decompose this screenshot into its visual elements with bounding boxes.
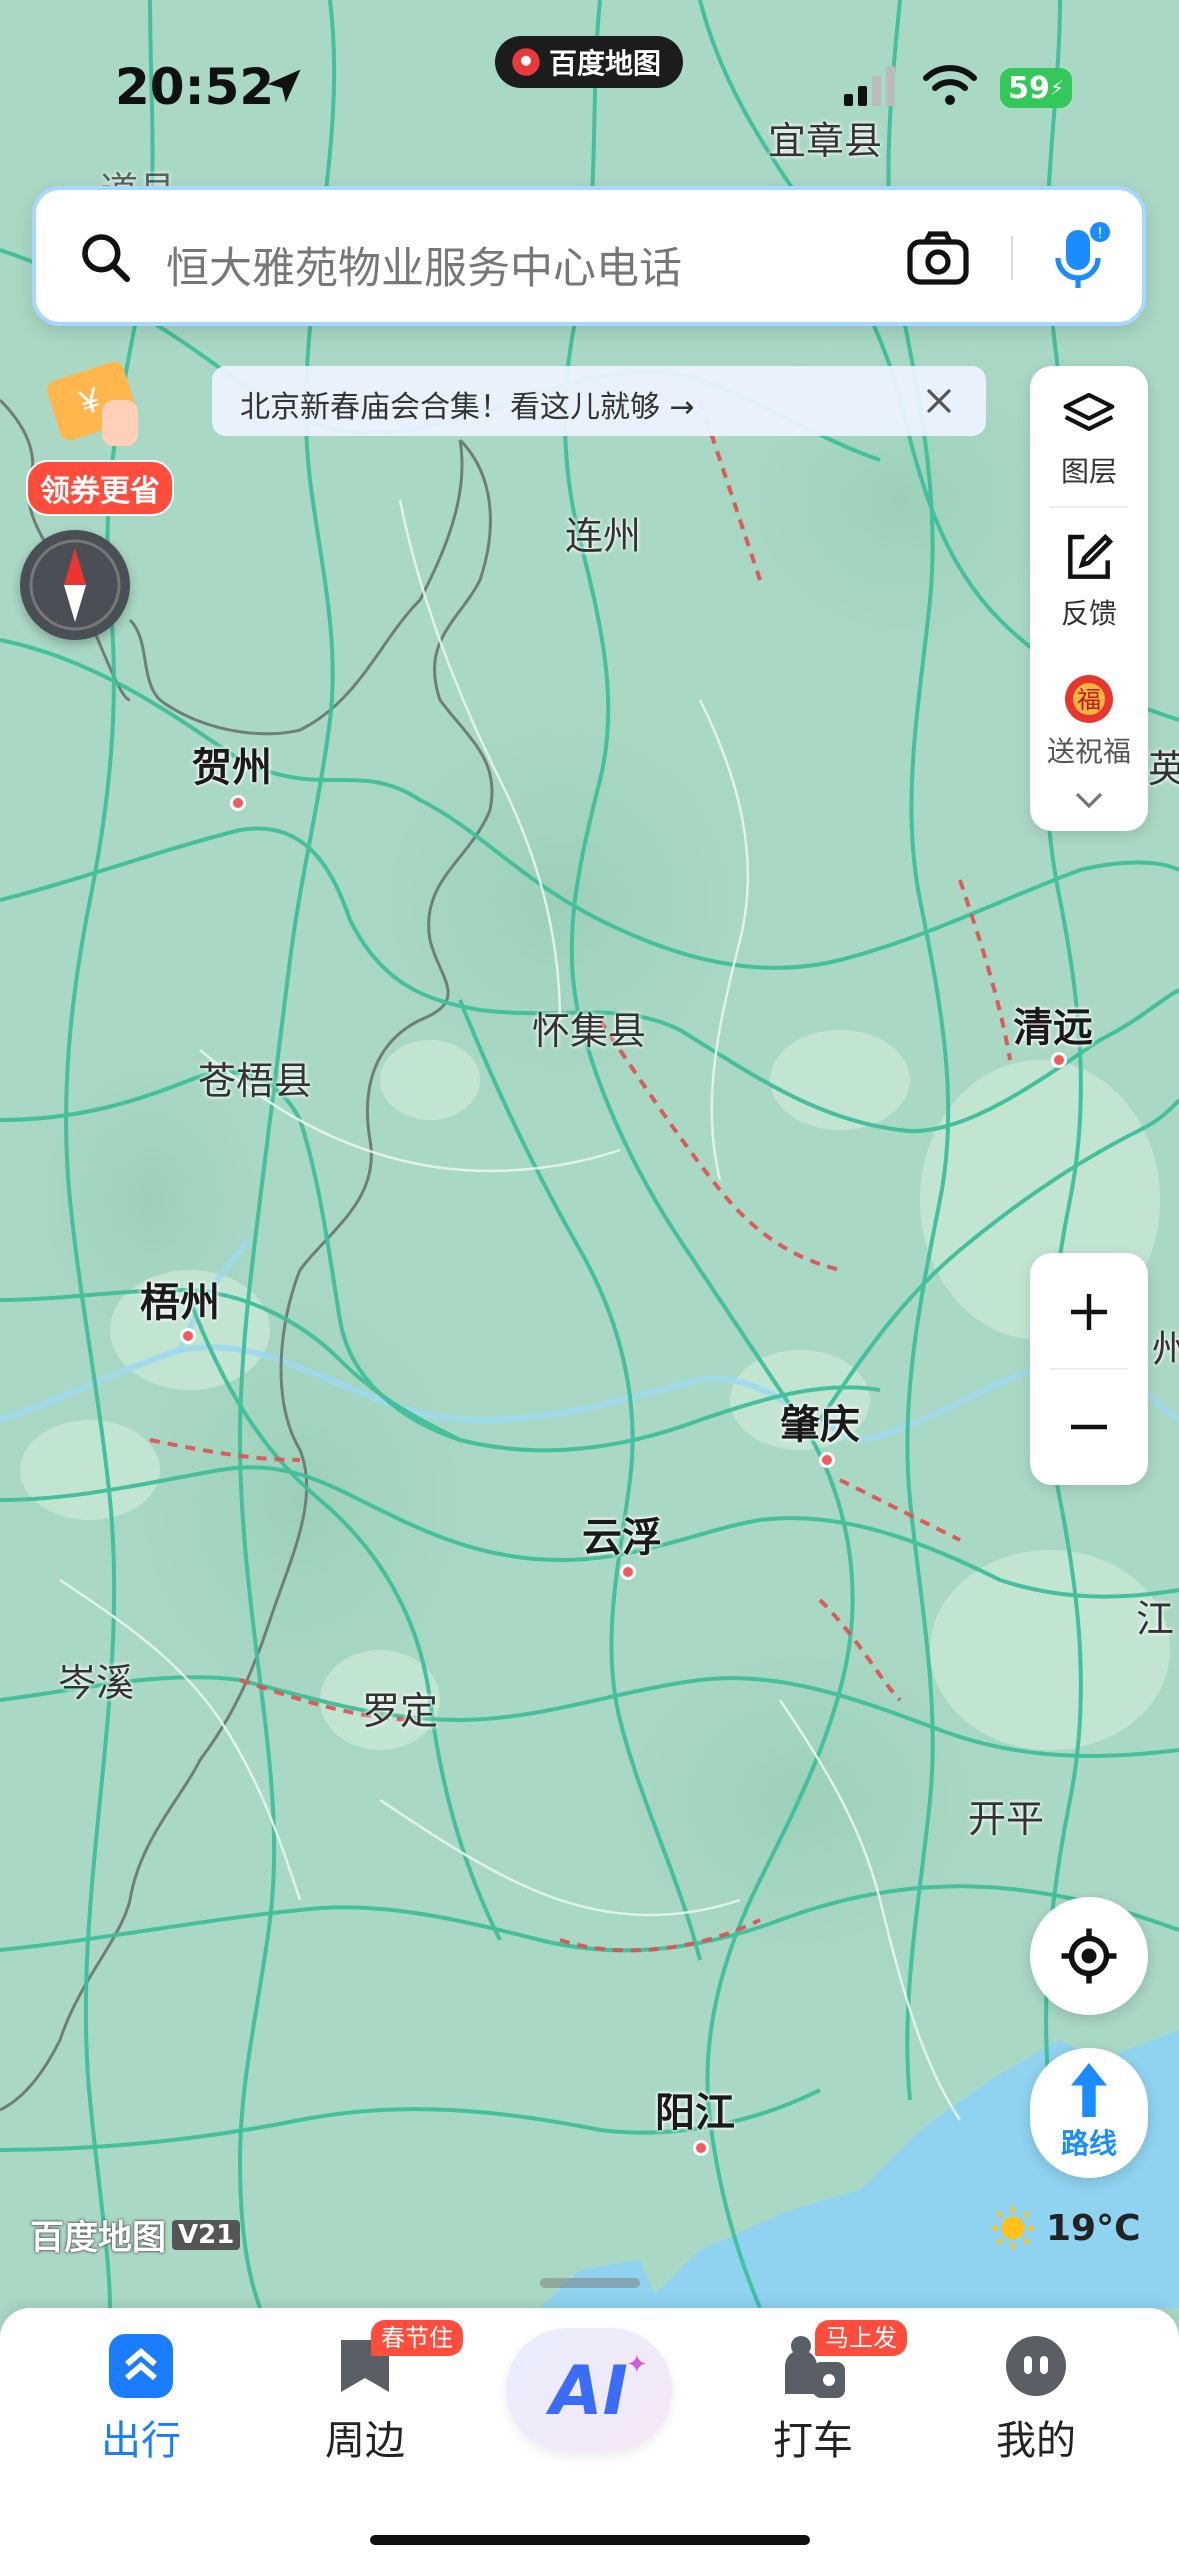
camera-icon[interactable] <box>906 228 970 288</box>
city-dot-zhaoqing <box>819 1452 835 1468</box>
city-dot-wuzhou <box>180 1328 196 1344</box>
city-label-lianzhou[interactable]: 连州 <box>565 505 641 560</box>
zoom-in-icon[interactable] <box>1065 1288 1113 1336</box>
city-label-huaiji[interactable]: 怀集县 <box>532 1000 646 1055</box>
chevron-up-icon <box>109 2334 173 2398</box>
blessing-label: 送祝福 <box>1046 735 1131 768</box>
layers-label: 图层 <box>1060 455 1117 488</box>
bottom-tab-bar: 出行 春节住 周边 AI ✦ 马上发 打车 我的 <box>0 2308 1179 2556</box>
svg-text:!: ! <box>1098 225 1102 242</box>
blessing-button[interactable]: 福 送祝福 <box>1030 666 1148 776</box>
taxi-badge: 马上发 <box>815 2320 907 2356</box>
tab-travel[interactable]: 出行 <box>23 2308 259 2508</box>
city-label-kaiping[interactable]: 开平 <box>968 1788 1044 1843</box>
city-label-zhaoqing[interactable]: 肇庆 <box>780 1392 860 1450</box>
promo-banner[interactable]: 北京新春庙会合集！看这儿就够 → <box>212 366 986 436</box>
map-tools-panel: 图层 反馈 福 送祝福 <box>1030 366 1148 831</box>
edge-label-ying: 英 <box>1148 747 1179 791</box>
baidu-pin-icon <box>512 48 540 76</box>
tab-taxi[interactable]: 马上发 打车 <box>695 2308 931 2508</box>
layers-icon <box>1063 392 1115 431</box>
route-label: 路线 <box>1060 2127 1117 2160</box>
sun-icon <box>991 2206 1035 2250</box>
city-label-wuzhou[interactable]: 梧州 <box>140 1270 220 1328</box>
microphone-icon[interactable]: ! <box>1046 220 1110 294</box>
search-input[interactable]: 恒大雅苑物业服务中心电话 <box>166 234 682 296</box>
city-dot-yangjiang <box>693 2140 709 2156</box>
wifi-icon <box>923 65 977 105</box>
status-bar: 20:52 百度地图 59 ⚡ <box>0 0 1179 170</box>
city-dot-yunfu <box>620 1564 636 1580</box>
location-arrow-icon <box>267 69 301 103</box>
locate-button[interactable] <box>1030 1897 1148 2015</box>
zoom-control <box>1030 1253 1148 1485</box>
city-dot-hezhou <box>230 795 246 811</box>
search-icon <box>82 234 131 283</box>
compass-button[interactable] <box>20 530 130 640</box>
weather-temp: 19°C <box>1046 2207 1141 2249</box>
city-label-cangwu[interactable]: 苍梧县 <box>198 1050 312 1105</box>
city-label-qingyuan[interactable]: 清远 <box>1013 995 1093 1053</box>
coupon-icon: ¥ <box>46 361 138 446</box>
route-button[interactable]: 路线 <box>1030 2048 1148 2178</box>
city-label-yangjiang[interactable]: 阳江 <box>655 2080 735 2138</box>
banner-text: 北京新春庙会合集！看这儿就够 → <box>240 390 695 425</box>
watermark-logo: 百度地图 <box>30 2218 166 2258</box>
tab-taxi-label: 打车 <box>773 2418 853 2464</box>
ai-button[interactable]: AI ✦ <box>506 2328 672 2452</box>
weather-widget[interactable]: 19°C <box>990 2205 1141 2251</box>
profile-icon <box>1006 2336 1066 2396</box>
zoom-out-icon[interactable] <box>1065 1403 1113 1451</box>
svg-text:福: 福 <box>1077 687 1101 714</box>
tab-me[interactable]: 我的 <box>918 2308 1154 2508</box>
chevron-down-icon[interactable] <box>1071 786 1107 814</box>
tab-me-label: 我的 <box>996 2418 1076 2464</box>
city-label-luoding[interactable]: 罗定 <box>362 1680 438 1735</box>
feedback-label: 反馈 <box>1060 597 1117 630</box>
search-divider <box>1011 236 1013 280</box>
sparkle-icon: ✦ <box>626 2350 648 2380</box>
nearby-badge: 春节住 <box>371 2320 463 2356</box>
signal-icon <box>844 66 895 106</box>
sheet-handle[interactable] <box>540 2278 640 2288</box>
watermark-version: V21 <box>172 2219 241 2250</box>
baidu-watermark: 百度地图 V21 <box>30 2210 241 2259</box>
tab-nearby[interactable]: 春节住 周边 <box>247 2308 483 2508</box>
feedback-button[interactable]: 反馈 <box>1030 526 1148 636</box>
tab-travel-label: 出行 <box>101 2418 181 2464</box>
blessing-icon: 福 <box>1065 675 1113 723</box>
edge-label-zhou: 州 <box>1152 1327 1179 1371</box>
edge-label-jiang: 江 <box>1136 1597 1175 1641</box>
layers-button[interactable]: 图层 <box>1030 384 1148 494</box>
home-indicator <box>370 2535 810 2545</box>
city-dot-qingyuan <box>1051 1052 1067 1068</box>
tab-nearby-label: 周边 <box>325 2418 405 2464</box>
crosshair-icon <box>1061 1928 1117 1984</box>
search-bar[interactable]: 恒大雅苑物业服务中心电话 ! <box>32 186 1146 326</box>
coupon-promo[interactable]: ¥ 领券更省 <box>22 360 174 516</box>
compass-icon <box>29 539 121 631</box>
route-arrow-icon <box>1071 2063 1107 2117</box>
status-time: 20:52 <box>115 58 275 116</box>
baidu-maps-pill[interactable]: 百度地图 <box>495 36 684 88</box>
city-label-cenxi[interactable]: 岑溪 <box>58 1652 134 1707</box>
edit-icon <box>1068 533 1114 579</box>
city-label-hezhou[interactable]: 贺州 <box>192 735 272 793</box>
close-icon[interactable] <box>924 386 954 416</box>
coupon-label: 领券更省 <box>26 460 174 516</box>
pill-label: 百度地图 <box>549 47 662 80</box>
panel-divider <box>1050 506 1128 508</box>
city-label-yunfu[interactable]: 云浮 <box>582 1505 662 1563</box>
zoom-divider <box>1050 1368 1128 1370</box>
battery-indicator: 59 ⚡ <box>1000 68 1072 108</box>
